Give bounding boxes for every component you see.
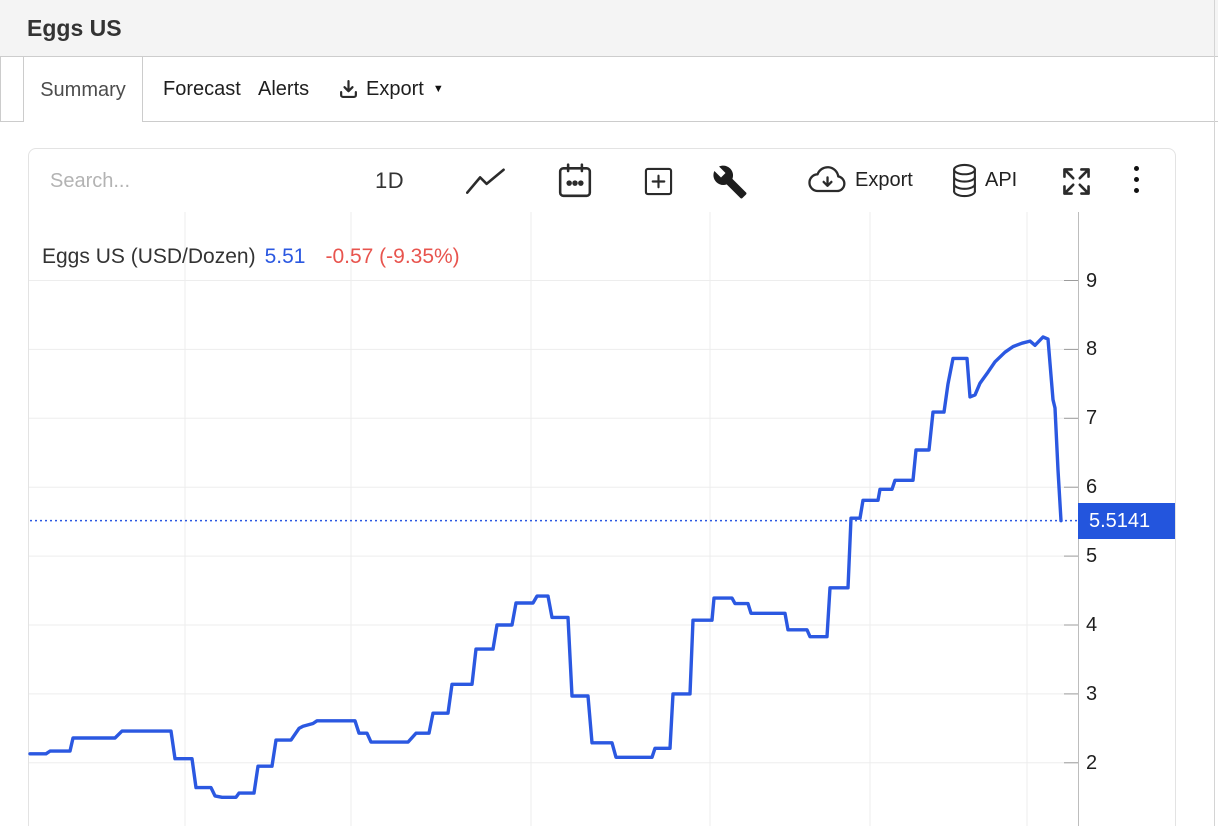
date-range-button[interactable] <box>558 163 592 199</box>
fullscreen-button[interactable] <box>1059 165 1094 198</box>
y-axis-label: 5 <box>1086 543 1126 569</box>
price-chart[interactable] <box>0 0 1218 826</box>
y-axis-label: 4 <box>1086 612 1126 638</box>
interval-button[interactable]: 1D <box>375 160 404 202</box>
y-axis-label: 6 <box>1086 474 1126 500</box>
export-button[interactable]: Export <box>806 165 913 195</box>
api-button[interactable]: API <box>951 162 1017 199</box>
add-compare-icon <box>644 167 673 196</box>
tools-icon <box>712 164 748 200</box>
current-price-tag: 5.5141 <box>1078 503 1175 539</box>
search-input[interactable] <box>50 162 280 200</box>
chart-type-button[interactable] <box>466 168 506 195</box>
cloud-download-icon <box>806 165 848 195</box>
chart-legend: Eggs US (USD/Dozen) 5.51 -0.57 (-9.35%) <box>42 245 460 269</box>
line-chart-icon <box>466 168 506 195</box>
database-icon <box>951 162 978 199</box>
legend-price: 5.51 <box>265 245 306 269</box>
kebab-menu-icon <box>1134 166 1139 171</box>
fullscreen-icon <box>1059 165 1094 198</box>
compare-add-button[interactable] <box>644 167 673 196</box>
y-axis-label: 9 <box>1086 268 1126 294</box>
tools-button[interactable] <box>712 164 748 200</box>
export-label: Export <box>855 169 913 192</box>
legend-series-label: Eggs US (USD/Dozen) <box>42 245 256 269</box>
y-axis-label: 8 <box>1086 336 1126 362</box>
y-axis-label: 7 <box>1086 405 1126 431</box>
more-options-button[interactable] <box>1128 166 1144 193</box>
y-axis-label: 2 <box>1086 750 1126 776</box>
page-right-border <box>1214 0 1215 826</box>
calendar-icon <box>558 163 592 199</box>
api-label: API <box>985 169 1017 192</box>
legend-change: -0.57 (-9.35%) <box>325 245 459 269</box>
y-axis-label: 3 <box>1086 681 1126 707</box>
